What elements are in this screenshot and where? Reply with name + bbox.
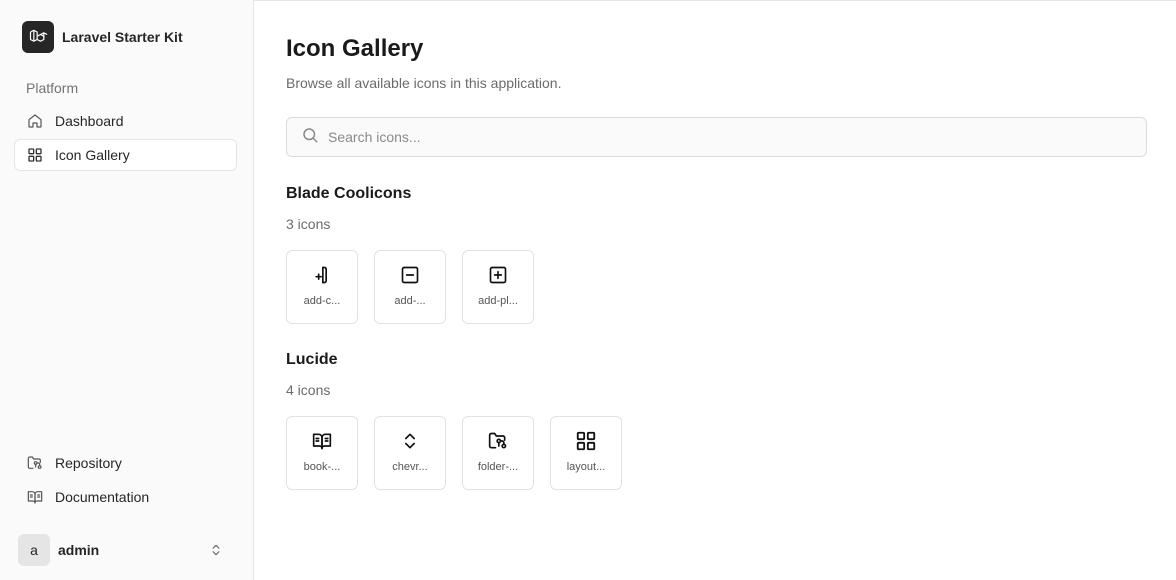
chevrons-up-down-icon — [209, 542, 223, 563]
icon-card-label: add-... — [394, 295, 426, 307]
icon-card[interactable]: add-... — [374, 250, 446, 324]
plus-square-icon — [488, 265, 508, 285]
layout-grid-icon — [575, 431, 597, 451]
user-name: admin — [58, 542, 100, 558]
book-open-icon — [26, 489, 43, 506]
sidebar-item-label: Dashboard — [55, 113, 124, 129]
icon-set-title: Blade Coolicons — [286, 185, 412, 202]
sidebar-item-icon-gallery[interactable]: Icon Gallery — [14, 139, 237, 171]
icon-card[interactable]: chevr... — [374, 416, 446, 490]
icon-grid: add-c... add-... add-pl... — [286, 250, 534, 324]
icon-card-label: folder-... — [477, 461, 519, 473]
search-input[interactable] — [328, 129, 1128, 145]
icon-card[interactable]: book-... — [286, 416, 358, 490]
app-name: Laravel Starter Kit — [62, 29, 183, 45]
brand[interactable]: Laravel Starter Kit — [22, 21, 183, 53]
sidebar-item-label: Icon Gallery — [55, 147, 130, 163]
sidebar-item-label: Documentation — [55, 489, 150, 505]
sidebar-item-repository[interactable]: Repository — [14, 447, 237, 479]
icon-card-label: layout... — [566, 461, 606, 473]
search-icon — [301, 126, 319, 149]
icon-set-count: 4 icons — [286, 382, 331, 398]
sidebar: Laravel Starter Kit Platform Dashboard I… — [0, 0, 254, 580]
laravel-logo-icon — [22, 21, 54, 53]
home-icon — [26, 113, 43, 130]
icon-set-title: Lucide — [286, 351, 338, 368]
page-subtitle: Browse all available icons in this appli… — [286, 75, 562, 91]
icon-card[interactable]: layout... — [550, 416, 622, 490]
icon-card-label: add-pl... — [478, 295, 518, 307]
avatar: a — [18, 534, 50, 566]
nav-group-label: Platform — [26, 80, 79, 96]
icon-card[interactable]: add-pl... — [462, 250, 534, 324]
sidebar-item-documentation[interactable]: Documentation — [14, 481, 237, 513]
icon-set-count: 3 icons — [286, 216, 331, 232]
search-box[interactable] — [286, 117, 1147, 157]
add-column-icon — [312, 265, 332, 285]
icon-card-label: chevr... — [392, 461, 428, 473]
user-menu[interactable]: a admin — [14, 532, 237, 568]
folder-git-icon — [26, 455, 43, 472]
sidebar-item-dashboard[interactable]: Dashboard — [14, 105, 237, 137]
main-content: Icon Gallery Browse all available icons … — [254, 0, 1176, 580]
icon-card[interactable]: folder-... — [462, 416, 534, 490]
layout-grid-icon — [26, 147, 43, 164]
icon-card-label: book-... — [303, 461, 341, 473]
book-open-icon — [311, 431, 333, 451]
page-title: Icon Gallery — [286, 35, 424, 62]
folder-git-icon — [487, 431, 509, 451]
chevrons-up-down-icon — [400, 431, 420, 451]
icon-card-label: add-c... — [303, 295, 341, 307]
minus-square-icon — [400, 265, 420, 285]
icon-grid: book-... chevr... folder-... layout... — [286, 416, 622, 490]
sidebar-item-label: Repository — [55, 455, 122, 471]
icon-card[interactable]: add-c... — [286, 250, 358, 324]
